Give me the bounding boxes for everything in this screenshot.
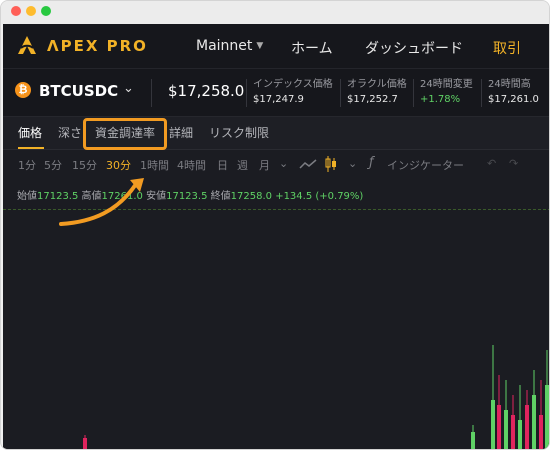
stat-label: 24時間変更 (420, 79, 473, 90)
stat-label: インデックス価格 (253, 79, 333, 90)
stat-24h-high: 24時間高 $17,261.0 (488, 75, 539, 105)
tab-depth[interactable]: 深さ (58, 124, 82, 141)
nav-home[interactable]: ホーム (291, 38, 333, 58)
stat-24h-change: 24時間変更 +1.78% (420, 75, 473, 105)
interval-week[interactable]: 週 (237, 157, 248, 173)
bitcoin-icon: ₿ (15, 82, 31, 98)
indicators-button[interactable]: インジケーター (387, 157, 464, 173)
maximize-window-button[interactable] (41, 6, 51, 16)
nav-trade[interactable]: 取引 (493, 38, 521, 58)
change-value: +134.5 (+0.79%) (275, 191, 364, 202)
candle (525, 405, 529, 449)
candle (504, 410, 508, 449)
divider (246, 79, 247, 107)
stat-value: +1.78% (420, 94, 461, 105)
interval-1m[interactable]: 1分 (18, 157, 36, 173)
network-selector[interactable]: Mainnet ▼ (196, 38, 263, 54)
tab-risk-limit[interactable]: リスク制限 (209, 124, 269, 141)
funding-tab-highlight (83, 118, 167, 150)
exchange-app: ΛPEX PRO Mainnet ▼ ホーム ダッシュボード 取引 ₿ BTCUS… (3, 24, 549, 449)
candle (491, 400, 495, 449)
stat-value: $17,261.0 (488, 94, 539, 105)
stat-value: $17,252.7 (347, 94, 398, 105)
candle (518, 420, 522, 449)
market-symbol[interactable]: BTCUSDC (39, 82, 118, 100)
candlestick-icon[interactable] (325, 155, 337, 173)
chevron-down-icon[interactable]: ⌄ (123, 81, 134, 96)
stat-label: 24時間高 (488, 79, 531, 90)
interval-15m[interactable]: 15分 (72, 157, 97, 173)
stat-label: オラクル価格 (347, 79, 407, 90)
nav-dashboard[interactable]: ダッシュボード (365, 38, 463, 58)
apex-logo[interactable]: ΛPEX PRO (15, 34, 150, 58)
stat-index-price: インデックス価格 $17,247.9 (253, 75, 333, 105)
chevron-down-icon[interactable]: ⌄ (279, 157, 288, 170)
minimize-window-button[interactable] (26, 6, 36, 16)
chevron-down-icon: ▼ (256, 41, 264, 51)
candle (83, 438, 87, 449)
tab-price[interactable]: 価格 (18, 124, 42, 141)
stat-value: $17,247.9 (253, 94, 304, 105)
interval-4h[interactable]: 4時間 (177, 157, 206, 173)
interval-day[interactable]: 日 (217, 157, 228, 173)
open-label: 始値 (17, 191, 37, 202)
low-value: 17123.5 (166, 191, 208, 202)
last-price: $17,258.0 (168, 82, 245, 100)
redo-icon[interactable]: ↷ (509, 157, 518, 170)
logo-text: ΛPEX PRO (47, 37, 148, 55)
chart-tabs: 価格 深さ 資金調達率 詳細 リスク制限 (3, 116, 549, 150)
divider (340, 79, 341, 107)
tab-details[interactable]: 詳細 (169, 124, 193, 141)
network-label: Mainnet (196, 38, 253, 54)
top-header: ΛPEX PRO Mainnet ▼ ホーム ダッシュボード 取引 (3, 24, 549, 68)
undo-icon[interactable]: ↶ (487, 157, 496, 170)
candle (539, 415, 543, 449)
candle (497, 405, 501, 449)
interval-1h[interactable]: 1時間 (140, 157, 169, 173)
close-window-button[interactable] (11, 6, 21, 16)
candle (471, 432, 475, 449)
candle (532, 395, 536, 449)
interval-month[interactable]: 月 (259, 157, 270, 173)
close-value: 17258.0 (230, 191, 272, 202)
interval-30m[interactable]: 30分 (106, 157, 131, 173)
candlestick-chart (83, 345, 549, 449)
candle (511, 415, 515, 449)
price-chart-area[interactable] (3, 209, 549, 449)
function-icon[interactable]: ƒ (369, 155, 374, 170)
line-chart-icon[interactable] (299, 158, 317, 170)
divider (151, 79, 152, 107)
candle (545, 385, 549, 449)
ticker-bar: ₿ BTCUSDC ⌄ $17,258.0 インデックス価格 $17,247.9… (3, 68, 549, 116)
divider (413, 79, 414, 107)
active-tab-indicator (18, 147, 44, 149)
close-label: 終値 (210, 191, 231, 202)
low-label: 安値 (146, 191, 167, 202)
stat-oracle-price: オラクル価格 $17,252.7 (347, 75, 407, 105)
pointer-arrow-icon (59, 178, 144, 226)
app-window: ΛPEX PRO Mainnet ▼ ホーム ダッシュボード 取引 ₿ BTCUS… (0, 0, 550, 450)
chevron-down-icon[interactable]: ⌄ (348, 157, 357, 170)
divider (481, 79, 482, 107)
apex-logo-icon (18, 36, 36, 54)
window-titlebar (1, 1, 549, 24)
interval-5m[interactable]: 5分 (44, 157, 62, 173)
